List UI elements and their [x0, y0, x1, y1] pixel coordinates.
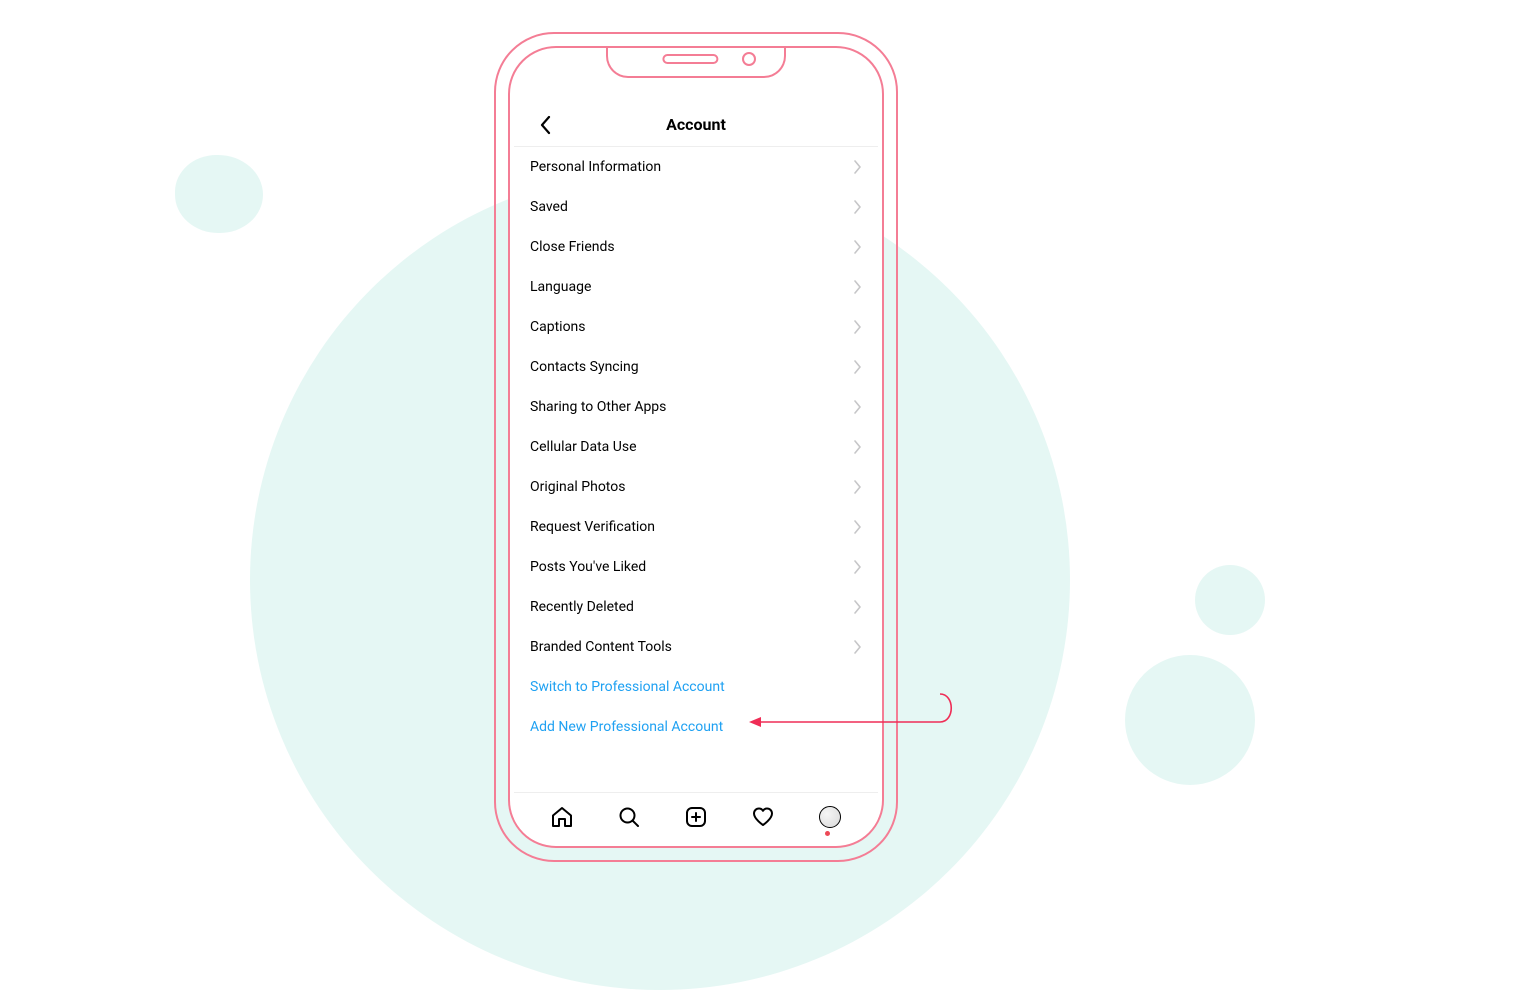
link-label: Switch to Professional Account — [530, 679, 725, 695]
plus-square-icon — [684, 805, 708, 829]
menu-item-original-photos[interactable]: Original Photos — [514, 467, 878, 507]
menu-item-label: Recently Deleted — [530, 599, 634, 615]
phone-camera — [742, 52, 756, 66]
heart-icon — [751, 805, 775, 829]
menu-item-close-friends[interactable]: Close Friends — [514, 227, 878, 267]
page-title: Account — [666, 115, 726, 134]
tab-create[interactable] — [682, 803, 710, 831]
menu-item-label: Personal Information — [530, 159, 661, 175]
link-label: Add New Professional Account — [530, 719, 723, 735]
menu-item-request-verification[interactable]: Request Verification — [514, 507, 878, 547]
menu-item-branded-content-tools[interactable]: Branded Content Tools — [514, 627, 878, 667]
chevron-right-icon — [854, 560, 862, 574]
chevron-right-icon — [854, 640, 862, 654]
menu-item-label: Sharing to Other Apps — [530, 399, 666, 415]
menu-item-label: Original Photos — [530, 479, 625, 495]
menu-item-captions[interactable]: Captions — [514, 307, 878, 347]
menu-item-label: Request Verification — [530, 519, 655, 535]
background-circle-small — [1195, 565, 1265, 635]
phone-inner-outline: Account Personal Information Saved Close… — [508, 46, 884, 848]
tab-activity[interactable] — [749, 803, 777, 831]
phone-screen: Account Personal Information Saved Close… — [514, 103, 878, 840]
menu-item-label: Captions — [530, 319, 586, 335]
chevron-left-icon — [539, 115, 553, 135]
phone-speaker — [662, 54, 718, 64]
switch-to-professional-link[interactable]: Switch to Professional Account — [514, 667, 878, 707]
menu-item-cellular-data-use[interactable]: Cellular Data Use — [514, 427, 878, 467]
chevron-right-icon — [854, 240, 862, 254]
back-button[interactable] — [524, 103, 568, 147]
chevron-right-icon — [854, 160, 862, 174]
chevron-right-icon — [854, 600, 862, 614]
menu-item-label: Close Friends — [530, 239, 615, 255]
menu-item-label: Contacts Syncing — [530, 359, 639, 375]
menu-item-label: Branded Content Tools — [530, 639, 672, 655]
menu-item-label: Cellular Data Use — [530, 439, 637, 455]
add-new-professional-link[interactable]: Add New Professional Account — [514, 707, 878, 747]
menu-item-personal-information[interactable]: Personal Information — [514, 147, 878, 187]
menu-item-label: Saved — [530, 199, 568, 215]
menu-item-language[interactable]: Language — [514, 267, 878, 307]
chevron-right-icon — [854, 400, 862, 414]
background-blob-top-left — [175, 155, 263, 233]
tab-search[interactable] — [615, 803, 643, 831]
chevron-right-icon — [854, 480, 862, 494]
chevron-right-icon — [854, 200, 862, 214]
profile-avatar-icon — [819, 806, 841, 828]
menu-item-posts-you-liked[interactable]: Posts You've Liked — [514, 547, 878, 587]
settings-list: Personal Information Saved Close Friends… — [514, 147, 878, 792]
menu-item-saved[interactable]: Saved — [514, 187, 878, 227]
search-icon — [617, 805, 641, 829]
bottom-nav-bar — [514, 792, 878, 840]
tab-profile[interactable] — [816, 803, 844, 831]
menu-item-contacts-syncing[interactable]: Contacts Syncing — [514, 347, 878, 387]
menu-item-label: Posts You've Liked — [530, 559, 646, 575]
phone-frame: Account Personal Information Saved Close… — [494, 32, 898, 862]
chevron-right-icon — [854, 520, 862, 534]
notification-dot-icon — [825, 831, 830, 836]
chevron-right-icon — [854, 360, 862, 374]
header-bar: Account — [514, 103, 878, 147]
home-icon — [550, 805, 574, 829]
chevron-right-icon — [854, 440, 862, 454]
phone-notch — [606, 46, 786, 78]
menu-item-recently-deleted[interactable]: Recently Deleted — [514, 587, 878, 627]
menu-item-label: Language — [530, 279, 591, 295]
menu-item-sharing-other-apps[interactable]: Sharing to Other Apps — [514, 387, 878, 427]
tab-home[interactable] — [548, 803, 576, 831]
background-circle-medium — [1125, 655, 1255, 785]
chevron-right-icon — [854, 320, 862, 334]
chevron-right-icon — [854, 280, 862, 294]
